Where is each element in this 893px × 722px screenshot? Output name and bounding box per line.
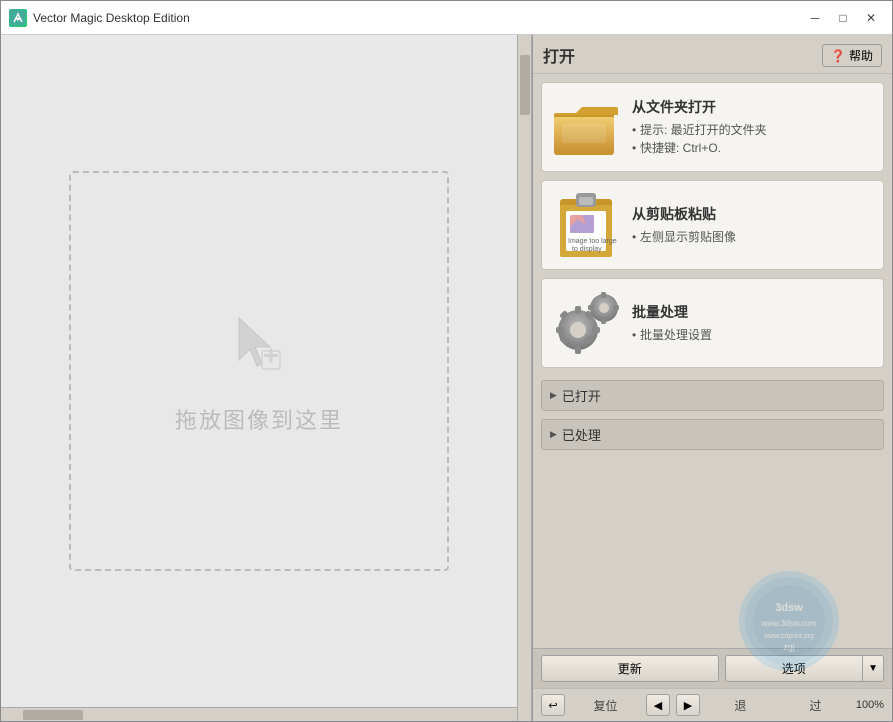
canvas-inner[interactable]: 拖放图像到这里	[1, 35, 517, 707]
help-button[interactable]: ❓ 帮助	[822, 44, 882, 67]
batch-card[interactable]: 批量处理 批量处理设置	[541, 278, 884, 368]
hscroll-track[interactable]	[3, 708, 515, 721]
open-folder-card[interactable]: 从文件夹打开 提示: 最近打开的文件夹 快捷键: Ctrl+O.	[541, 82, 884, 172]
right-panel: 打开 ❓ 帮助	[532, 35, 892, 721]
prev-button[interactable]: ◀	[646, 694, 670, 716]
minimize-button[interactable]: ─	[802, 7, 828, 29]
bottom-button-bar: 更新 选项 ▼	[533, 649, 892, 688]
canvas-main: 拖放图像到这里	[1, 35, 517, 721]
titlebar: Vector Magic Desktop Edition ─ □ ✕	[1, 1, 892, 35]
window-body: 拖放图像到这里	[1, 35, 892, 721]
svg-text:Image too large: Image too large	[568, 238, 617, 245]
opened-collapse-header[interactable]: ▶ 已打开	[541, 380, 884, 411]
drop-cursor-icon	[224, 308, 294, 383]
playback-bar: ↩ 复位 ◀ ▶ 退 过 100%	[533, 688, 892, 721]
folder-icon	[550, 91, 622, 163]
next-icon: ▶	[684, 699, 692, 712]
desc-item: 快捷键: Ctrl+O.	[632, 139, 875, 157]
clipboard-desc: 左侧显示剪贴图像	[632, 228, 875, 246]
clipboard-icon: Image too large to display	[550, 189, 622, 261]
vscroll-track[interactable]	[518, 55, 531, 721]
prev-icon: ◀	[654, 699, 662, 712]
batch-title: 批量处理	[632, 302, 875, 322]
options-button[interactable]: 选项	[725, 655, 864, 682]
app-icon	[9, 9, 27, 27]
desc-item: 批量处理设置	[632, 326, 875, 344]
window-title: Vector Magic Desktop Edition	[33, 11, 190, 25]
open-folder-title: 从文件夹打开	[632, 97, 875, 117]
redo-label: 退	[706, 697, 775, 714]
horizontal-scrollbar[interactable]	[1, 707, 517, 721]
zoom-level: 100%	[856, 699, 884, 711]
close-button[interactable]: ✕	[858, 7, 884, 29]
titlebar-left: Vector Magic Desktop Edition	[9, 9, 190, 27]
vertical-scrollbar[interactable]	[517, 35, 531, 721]
opened-label: 已打开	[562, 386, 601, 405]
maximize-button[interactable]: □	[830, 7, 856, 29]
svg-text:to display: to display	[572, 246, 602, 253]
clipboard-title: 从剪贴板粘贴	[632, 204, 875, 224]
processed-label: 已处理	[562, 425, 601, 444]
clipboard-content: 从剪贴板粘贴 左侧显示剪贴图像	[632, 204, 875, 246]
hscroll-thumb[interactable]	[23, 710, 83, 720]
rewind-icon: ↩	[548, 699, 557, 712]
collapse-arrow-icon2: ▶	[550, 429, 557, 440]
panel-header: 打开 ❓ 帮助	[533, 35, 892, 74]
action-cards: 从文件夹打开 提示: 最近打开的文件夹 快捷键: Ctrl+O.	[533, 74, 892, 376]
collapse-arrow-icon: ▶	[550, 390, 557, 401]
batch-desc: 批量处理设置	[632, 326, 875, 344]
drop-zone[interactable]: 拖放图像到这里	[69, 171, 449, 571]
next-button[interactable]: ▶	[676, 694, 700, 716]
panel-scroll-area: 从文件夹打开 提示: 最近打开的文件夹 快捷键: Ctrl+O.	[533, 74, 892, 688]
canvas-with-scroll: 拖放图像到这里	[1, 35, 531, 721]
processed-collapse-header[interactable]: ▶ 已处理	[541, 419, 884, 450]
window-controls: ─ □ ✕	[802, 7, 884, 29]
undo-label: 复位	[571, 697, 640, 714]
canvas-area: 拖放图像到这里	[1, 35, 532, 721]
app-window: Vector Magic Desktop Edition ─ □ ✕	[0, 0, 893, 722]
options-dropdown-button[interactable]: ▼	[863, 655, 884, 682]
update-button[interactable]: 更新	[541, 655, 719, 682]
panel-spacer	[533, 454, 892, 648]
clipboard-card[interactable]: Image too large to display 从剪贴板粘贴 左侧显示剪贴…	[541, 180, 884, 270]
forward-label: 过	[781, 697, 850, 714]
gears-icon	[550, 287, 622, 359]
open-folder-content: 从文件夹打开 提示: 最近打开的文件夹 快捷键: Ctrl+O.	[632, 97, 875, 157]
rewind-button[interactable]: ↩	[541, 694, 565, 716]
open-folder-desc: 提示: 最近打开的文件夹 快捷键: Ctrl+O.	[632, 121, 875, 157]
options-group: 选项 ▼	[725, 655, 885, 682]
zoom-value: 100%	[856, 699, 884, 711]
desc-item: 左侧显示剪贴图像	[632, 228, 875, 246]
vscroll-thumb[interactable]	[520, 55, 530, 115]
batch-content: 批量处理 批量处理设置	[632, 302, 875, 344]
opened-section: ▶ 已打开	[541, 380, 884, 411]
processed-section: ▶ 已处理	[541, 419, 884, 450]
panel-bottom: 更新 选项 ▼	[533, 648, 892, 688]
drop-zone-text: 拖放图像到这里	[175, 403, 343, 435]
desc-item: 提示: 最近打开的文件夹	[632, 121, 875, 139]
panel-title: 打开	[543, 43, 575, 67]
